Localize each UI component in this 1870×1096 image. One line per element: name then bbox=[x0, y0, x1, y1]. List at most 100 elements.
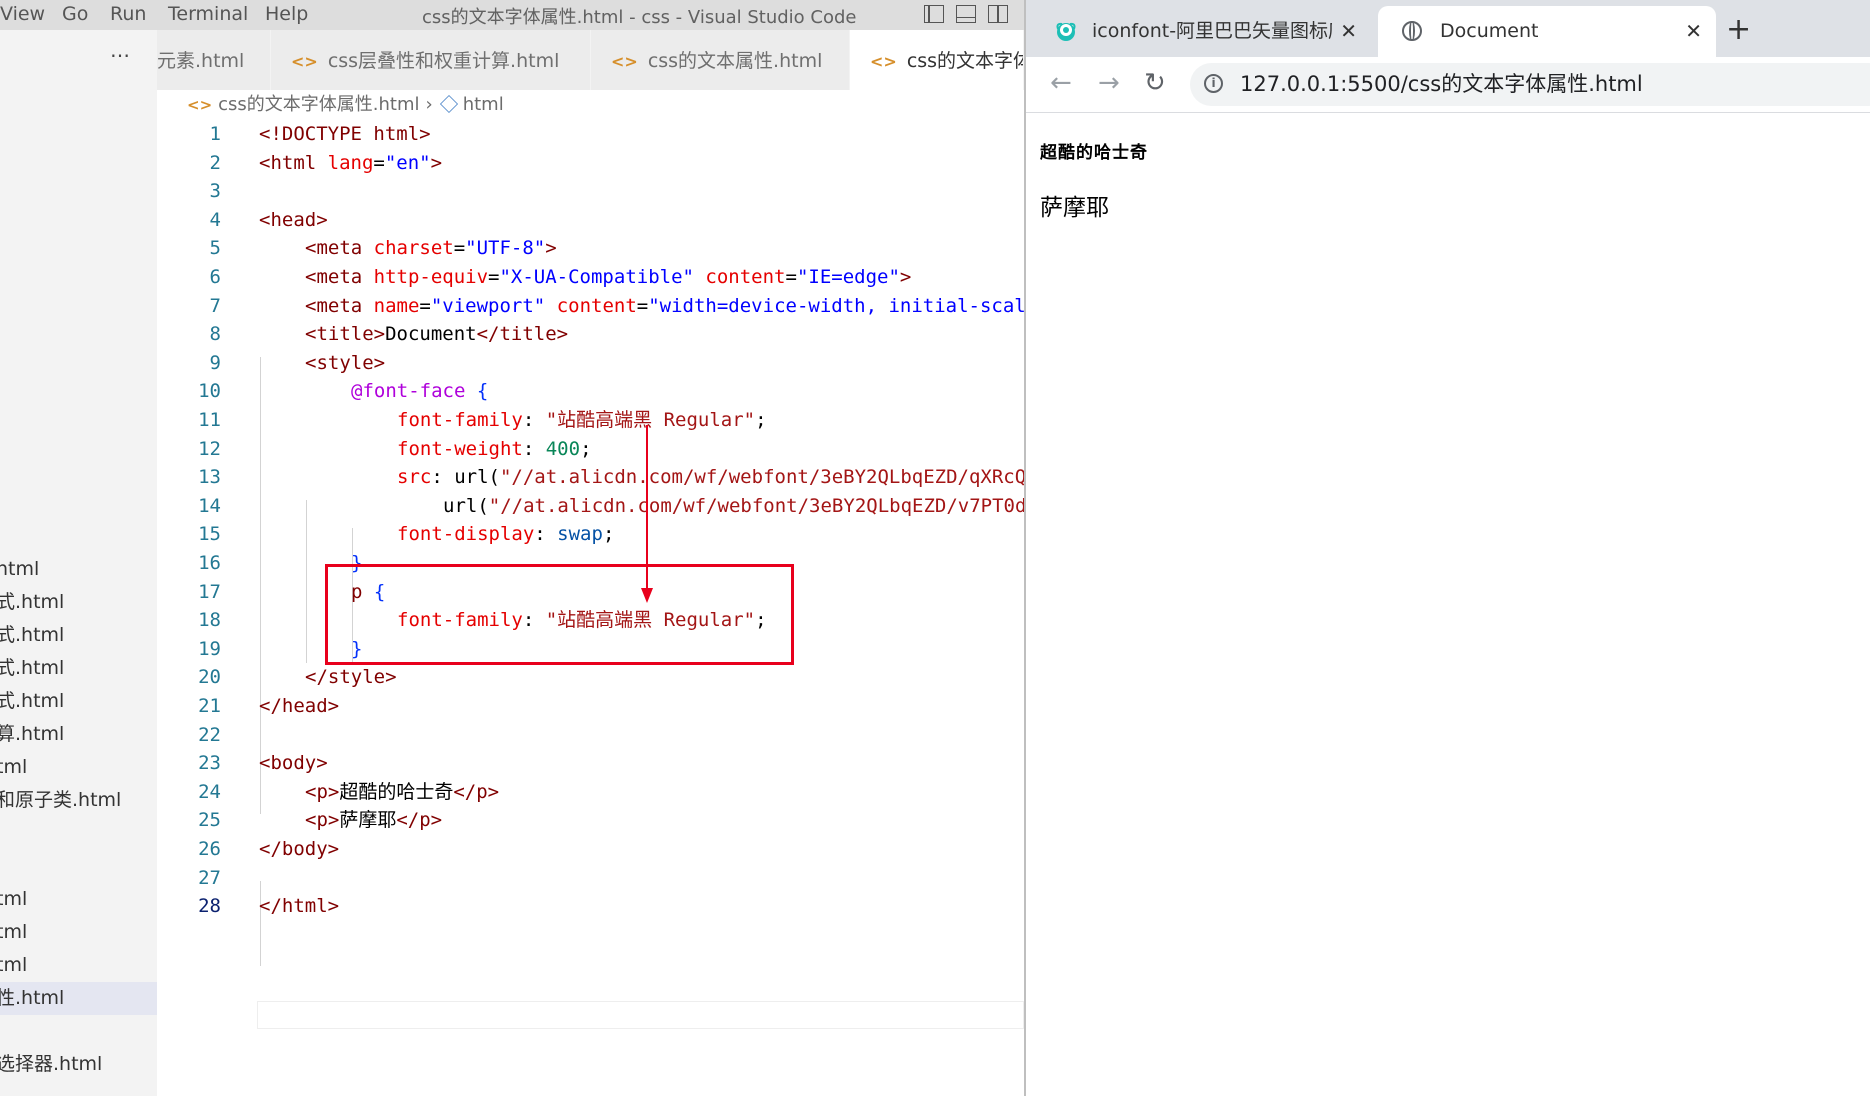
code-line: @font-face { bbox=[351, 380, 489, 403]
code-line: <style> bbox=[305, 351, 386, 374]
explorer-file[interactable]: html bbox=[0, 553, 157, 586]
vscode-window: View Go Run Terminal Help css的文本字体属性.htm… bbox=[0, 0, 1024, 1096]
explorer-file-selected[interactable]: 性.html bbox=[0, 982, 157, 1015]
explorer-file[interactable]: tml bbox=[0, 883, 157, 916]
explorer-file[interactable]: 式.html bbox=[0, 586, 157, 619]
address-bar[interactable]: i 127.0.0.1:5500/css的文本字体属性.html bbox=[1190, 63, 1870, 106]
line-number: 19 bbox=[198, 637, 221, 660]
line-number: 5 bbox=[209, 237, 221, 260]
line-number: 25 bbox=[198, 809, 221, 832]
explorer-file[interactable]: 算.html bbox=[0, 718, 157, 751]
toggle-sidebar-icon[interactable] bbox=[924, 5, 944, 23]
line-number: 9 bbox=[209, 351, 221, 374]
breadcrumb-node[interactable]: html bbox=[463, 94, 504, 115]
browser-tab-label: iconfont-阿里巴巴矢量图标库 bbox=[1092, 20, 1332, 42]
browser-toolbar: ← → ↻ i 127.0.0.1:5500/css的文本字体属性.html bbox=[1026, 57, 1870, 113]
line-number: 22 bbox=[198, 723, 221, 746]
tab-cascade-weight[interactable]: <> css层叠性和权重计算.html bbox=[271, 30, 591, 90]
explorer-file[interactable]: tml bbox=[0, 751, 157, 784]
toggle-panel-icon[interactable] bbox=[956, 5, 976, 23]
split-editor-icon[interactable] bbox=[988, 5, 1008, 23]
line-number: 18 bbox=[198, 609, 221, 632]
html-file-icon: <> bbox=[611, 52, 638, 71]
paragraph-husky: 超酷的哈士奇 bbox=[1040, 143, 1148, 163]
code-line: font-family: "站酷高端黑 Regular"; bbox=[397, 409, 767, 431]
line-number: 17 bbox=[198, 580, 221, 603]
code-line: <title>Document</title> bbox=[305, 323, 569, 346]
forward-arrow-icon[interactable]: → bbox=[1098, 65, 1120, 101]
line-number: 7 bbox=[209, 294, 221, 317]
close-tab-icon[interactable]: ✕ bbox=[1685, 6, 1702, 56]
editor-tab-bar: 元素.html <> css层叠性和权重计算.html <> css的文本属性.ht… bbox=[157, 30, 1024, 90]
menu-view[interactable]: View bbox=[0, 3, 45, 25]
code-line: </html> bbox=[259, 895, 340, 918]
browser-window: iconfont-阿里巴巴矢量图标库 ✕ Document ✕ + ← → ↻ … bbox=[1024, 0, 1870, 1096]
code-line: </style> bbox=[305, 666, 397, 689]
code-line: </body> bbox=[259, 838, 340, 860]
code-line: src: url("//at.alicdn.com/wf/webfont/3eB… bbox=[397, 466, 1024, 489]
code-line: </head> bbox=[259, 695, 340, 717]
explorer-file[interactable] bbox=[0, 850, 157, 883]
explorer-file[interactable]: tml bbox=[0, 916, 157, 949]
code-line: <html lang="en"> bbox=[259, 151, 443, 174]
code-line: <p>萨摩耶</p> bbox=[305, 809, 443, 832]
code-line: <head> bbox=[259, 208, 328, 231]
annotation-arrow-icon bbox=[641, 425, 653, 603]
menu-help[interactable]: Help bbox=[265, 3, 308, 25]
chevron-right-icon: › bbox=[425, 94, 433, 115]
html-file-icon: <> bbox=[187, 96, 213, 114]
code-line: url("//at.alicdn.com/wf/webfont/3eBY2QLb… bbox=[443, 494, 1024, 517]
explorer-file[interactable]: 式.html bbox=[0, 685, 157, 718]
browser-tab-document[interactable]: Document ✕ bbox=[1378, 6, 1716, 57]
explorer-file[interactable]: 式.html bbox=[0, 652, 157, 685]
explorer-file[interactable]: 选择器.html bbox=[0, 1048, 157, 1081]
explorer-file[interactable]: 式.html bbox=[0, 619, 157, 652]
browser-tab-strip: iconfont-阿里巴巴矢量图标库 ✕ Document ✕ + bbox=[1026, 0, 1870, 57]
code-line: <body> bbox=[259, 752, 328, 775]
back-arrow-icon[interactable]: ← bbox=[1050, 65, 1072, 101]
line-number: 1 bbox=[209, 123, 221, 145]
code-line: font-display: swap; bbox=[397, 523, 615, 546]
line-number: 12 bbox=[198, 437, 221, 460]
explorer-file[interactable]: l bbox=[0, 817, 157, 850]
tab-text-font-properties[interactable]: <> css的文本字体属性.html bbox=[850, 30, 1024, 90]
code-line: <p>超酷的哈士奇</p> bbox=[305, 780, 500, 803]
html-file-icon: <> bbox=[870, 52, 897, 71]
browser-tab-iconfont[interactable]: iconfont-阿里巴巴矢量图标库 ✕ bbox=[1026, 6, 1371, 57]
breadcrumb-file[interactable]: css的文本字体属性.html bbox=[218, 94, 419, 115]
menu-go[interactable]: Go bbox=[62, 3, 88, 25]
iconfont-favicon-icon bbox=[1056, 22, 1076, 41]
menu-terminal[interactable]: Terminal bbox=[168, 3, 248, 25]
tab-elements[interactable]: 元素.html bbox=[157, 30, 271, 90]
globe-icon bbox=[1402, 21, 1422, 41]
line-number: 16 bbox=[198, 552, 221, 574]
window-title: css的文本字体属性.html - css - Visual Studio Co… bbox=[422, 7, 857, 28]
more-actions-icon[interactable]: … bbox=[110, 38, 131, 62]
explorer-sidebar: … html 式.html 式.html 式.html 式.html 算.htm… bbox=[0, 30, 157, 1096]
current-line-highlight bbox=[257, 1001, 1024, 1029]
explorer-file[interactable]: l bbox=[0, 1015, 157, 1048]
browser-tab-label: Document bbox=[1440, 20, 1539, 42]
tab-label: 元素.html bbox=[157, 50, 245, 72]
tab-label: css层叠性和权重计算.html bbox=[327, 50, 560, 72]
explorer-file[interactable]: 和原子类.html bbox=[0, 784, 157, 817]
line-number: 14 bbox=[198, 494, 221, 517]
new-tab-button[interactable]: + bbox=[1726, 10, 1751, 50]
line-number: 2 bbox=[209, 151, 221, 174]
code-line: <meta charset="UTF-8"> bbox=[305, 237, 557, 260]
paragraph-samoyed: 萨摩耶 bbox=[1040, 195, 1109, 221]
tab-label: css的文本属性.html bbox=[647, 50, 823, 72]
line-number: 3 bbox=[209, 180, 221, 203]
html-file-icon: <> bbox=[291, 52, 318, 71]
line-number: 15 bbox=[198, 523, 221, 546]
line-number: 26 bbox=[198, 838, 221, 860]
line-number: 8 bbox=[209, 323, 221, 346]
tab-text-properties[interactable]: <> css的文本属性.html bbox=[591, 30, 850, 90]
menu-run[interactable]: Run bbox=[110, 3, 146, 25]
reload-icon[interactable]: ↻ bbox=[1144, 65, 1166, 101]
line-number: 21 bbox=[198, 695, 221, 717]
line-number: 4 bbox=[209, 208, 221, 231]
site-info-icon[interactable]: i bbox=[1204, 74, 1223, 93]
close-tab-icon[interactable]: ✕ bbox=[1340, 6, 1357, 56]
explorer-file[interactable]: tml bbox=[0, 949, 157, 982]
